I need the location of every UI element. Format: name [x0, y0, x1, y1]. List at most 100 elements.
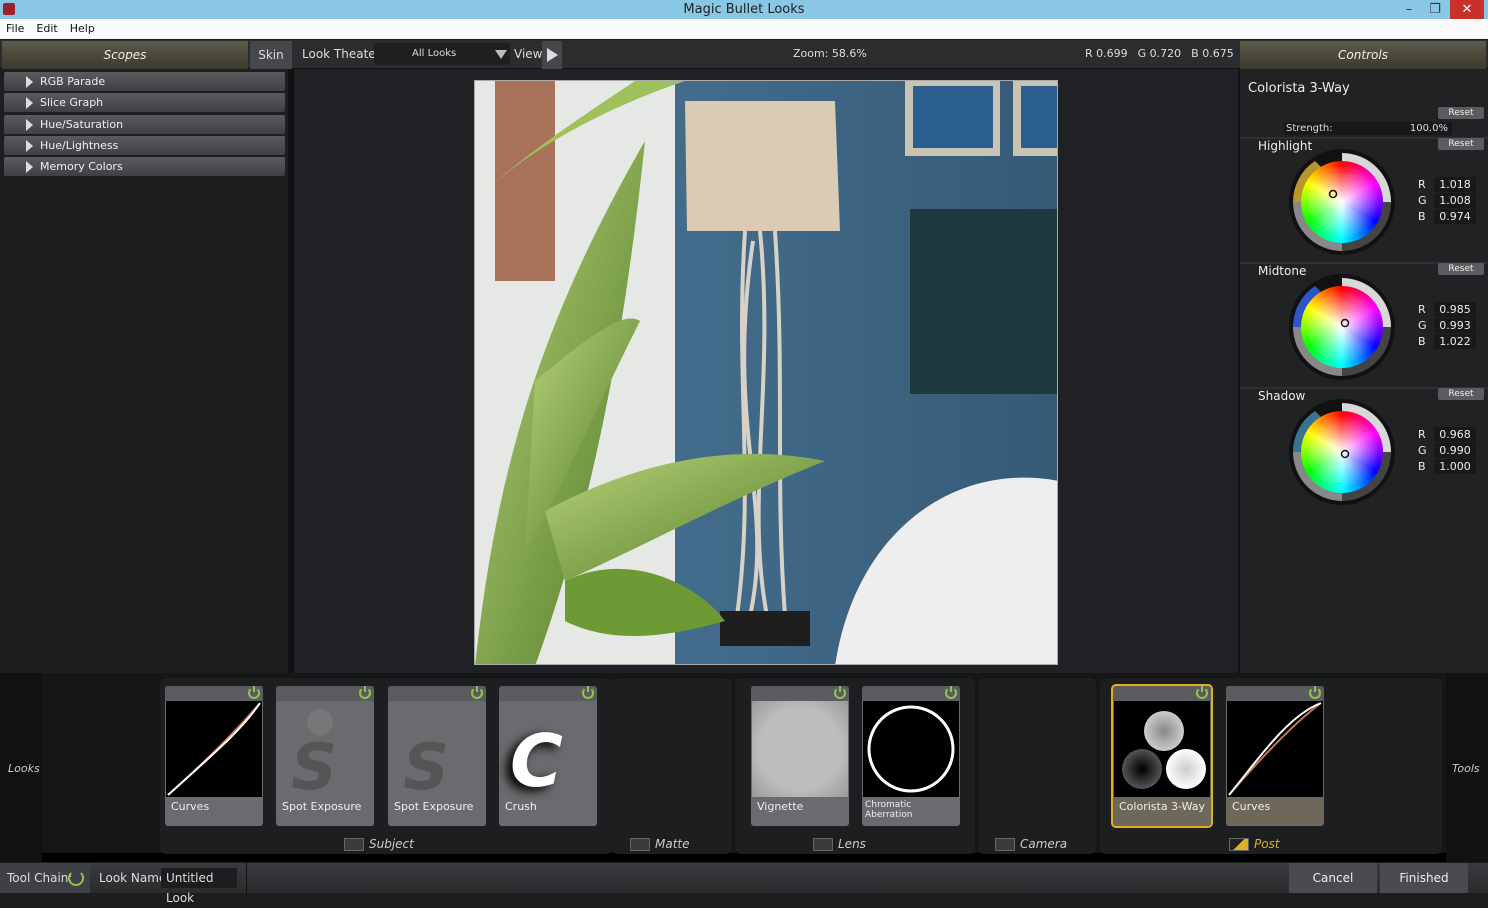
tool-card[interactable]: Chromatic Aberration	[862, 686, 960, 826]
color-wheel[interactable]	[1285, 395, 1399, 509]
tool-card[interactable]: C Crush	[499, 686, 597, 826]
tool-card[interactable]: Curves	[1226, 686, 1324, 826]
scope-label: Hue/Saturation	[40, 117, 124, 131]
tool-thumbnail: C	[500, 701, 596, 803]
strength-slider[interactable]: Strength: 100.0%	[1284, 122, 1452, 135]
camera-icon	[995, 837, 1015, 851]
power-icon[interactable]	[834, 686, 846, 699]
scope-item[interactable]: Memory Colors	[4, 157, 285, 177]
power-icon[interactable]	[945, 686, 957, 699]
group-name: Lens	[838, 837, 866, 851]
scope-label: RGB Parade	[40, 75, 106, 88]
zoom-readout: Zoom: 58.6%	[793, 41, 867, 67]
tool-name: Colorista 3-Way	[1248, 81, 1350, 96]
tool-label: Chromatic Aberration	[865, 800, 913, 820]
tool-card[interactable]: S Spot Exposure	[276, 686, 374, 826]
channel-b-value[interactable]: 1.000	[1434, 459, 1476, 474]
menu-file[interactable]: File	[6, 19, 24, 39]
group-name: Matte	[655, 837, 690, 851]
zoom-value: 58.6%	[831, 47, 867, 60]
toolbar: Scopes Skin Look Theater All Looks View …	[0, 40, 1488, 69]
channel-label: B	[1418, 460, 1426, 473]
app-icon	[3, 3, 15, 15]
close-button[interactable]: ✕	[1450, 0, 1484, 19]
power-icon[interactable]	[1196, 686, 1208, 699]
wheel-reset-button[interactable]: Reset	[1438, 138, 1484, 150]
expand-arrow-icon	[26, 139, 33, 152]
power-icon[interactable]	[248, 686, 260, 699]
looks-tab[interactable]: Looks	[8, 762, 40, 775]
channel-label: G	[1418, 444, 1427, 457]
tool-thumbnail	[1227, 701, 1323, 797]
finished-button[interactable]: Finished	[1380, 863, 1468, 893]
tool-thumbnail	[166, 701, 262, 797]
scope-item[interactable]: Slice Graph	[4, 93, 285, 113]
power-icon[interactable]	[359, 686, 371, 699]
readout-b: B 0.675	[1191, 47, 1234, 60]
color-wheel[interactable]	[1285, 145, 1399, 259]
power-icon[interactable]	[1309, 686, 1321, 699]
tool-card[interactable]: Colorista 3-Way	[1111, 684, 1213, 828]
tools-tab[interactable]: Tools	[1452, 762, 1480, 775]
subject-icon	[344, 837, 364, 851]
strength-value: 100.0%	[1409, 123, 1448, 134]
window-title: Magic Bullet Looks	[683, 2, 805, 17]
channel-r-value[interactable]: 1.018	[1434, 177, 1476, 192]
group-label-lens[interactable]: Lens	[813, 837, 866, 851]
power-icon[interactable]	[471, 686, 483, 699]
channel-g-value[interactable]: 0.990	[1434, 443, 1476, 458]
skin-button[interactable]: Skin	[250, 41, 292, 69]
group-label-camera[interactable]: Camera	[995, 837, 1067, 851]
looks-filter-dropdown[interactable]: All Looks	[374, 43, 510, 65]
group-label-matte[interactable]: Matte	[630, 837, 690, 851]
scope-item[interactable]: Hue/Lightness	[4, 135, 285, 155]
channel-label: R	[1418, 428, 1426, 441]
tool-thumbnail	[1114, 701, 1210, 797]
preview-image[interactable]	[474, 80, 1058, 665]
wheel-section-highlight: Highlight Reset R 1.018 G 1.008 B 0.974	[1240, 137, 1488, 266]
scope-item[interactable]: Hue/Saturation	[4, 114, 285, 134]
menu-edit[interactable]: Edit	[36, 19, 57, 39]
tool-chain-power-icon[interactable]	[68, 870, 84, 886]
color-wheel[interactable]	[1285, 270, 1399, 384]
scope-item[interactable]: RGB Parade	[4, 72, 285, 91]
wheel-reset-button[interactable]: Reset	[1438, 388, 1484, 400]
zoom-label: Zoom:	[793, 47, 829, 60]
readout-r: R 0.699	[1085, 47, 1128, 60]
channel-b-value[interactable]: 0.974	[1434, 209, 1476, 224]
scope-label: Slice Graph	[40, 96, 104, 110]
channel-label: B	[1418, 335, 1426, 348]
channel-r-value[interactable]: 0.985	[1434, 302, 1476, 317]
group-label-post[interactable]: Post	[1229, 837, 1280, 851]
wheel-reset-button[interactable]: Reset	[1438, 263, 1484, 275]
expand-arrow-icon	[26, 97, 33, 110]
reset-all-button[interactable]: Reset	[1438, 107, 1484, 119]
look-name-label: Look Name:	[99, 871, 171, 885]
expand-arrow-icon	[26, 118, 33, 131]
tool-card[interactable]: Vignette	[751, 686, 849, 826]
play-button[interactable]	[542, 41, 562, 69]
maximize-button[interactable]: ❐	[1420, 0, 1450, 19]
wheel-section-shadow: Shadow Reset R 0.968 G 0.990 B 1.000	[1240, 387, 1488, 516]
cancel-button[interactable]: Cancel	[1289, 863, 1377, 893]
tool-label: Spot Exposure	[394, 800, 474, 813]
scope-label: Memory Colors	[40, 160, 123, 174]
group-name: Subject	[369, 837, 414, 851]
chevron-down-icon	[495, 50, 507, 59]
look-name-input[interactable]: Untitled Look	[161, 868, 237, 905]
tool-label: Curves	[1232, 800, 1271, 813]
channel-g-value[interactable]: 0.993	[1434, 318, 1476, 333]
tool-card[interactable]: Curves	[165, 686, 263, 826]
channel-g-value[interactable]: 1.008	[1434, 193, 1476, 208]
photo-illustration	[475, 81, 1057, 664]
tool-thumbnail: S	[389, 701, 485, 805]
scopes-header: Scopes	[2, 41, 248, 69]
channel-r-value[interactable]: 0.968	[1434, 427, 1476, 442]
channel-b-value[interactable]: 1.022	[1434, 334, 1476, 349]
group-label-subject[interactable]: Subject	[344, 837, 414, 851]
menu-bar: File Edit Help	[0, 19, 1488, 39]
expand-arrow-icon	[26, 76, 33, 88]
tool-card[interactable]: S Spot Exposure	[388, 686, 486, 826]
menu-help[interactable]: Help	[70, 19, 95, 39]
power-icon[interactable]	[582, 686, 594, 699]
